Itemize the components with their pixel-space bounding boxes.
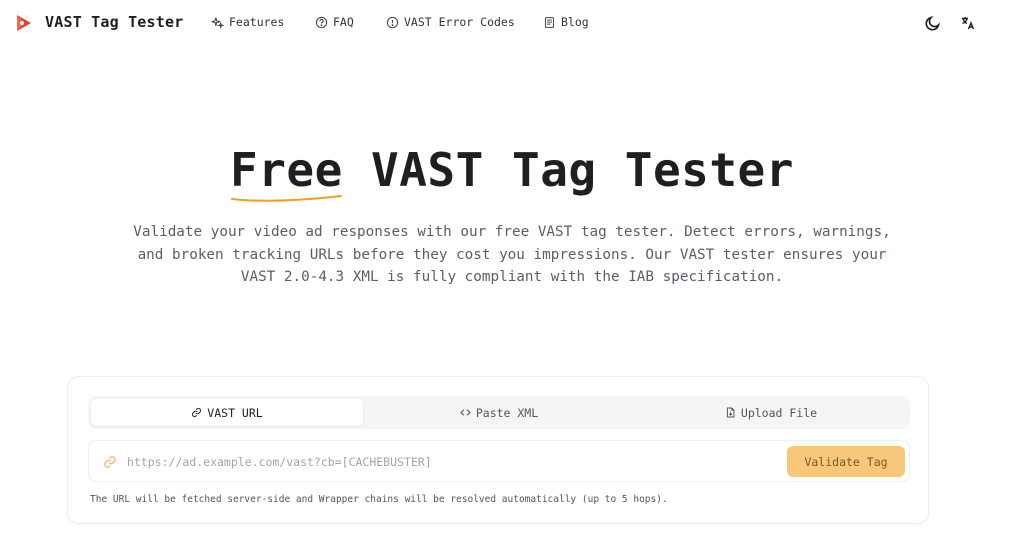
hand-drawn-underline [230, 195, 342, 202]
nav-error-codes-label: VAST Error Codes [404, 15, 515, 29]
nav-error-codes-link[interactable]: VAST Error Codes [386, 15, 515, 29]
top-nav: VAST Tag Tester Features FAQ VAST Error … [0, 0, 1024, 46]
alert-circle-icon [386, 16, 399, 28]
brand-name[interactable]: VAST Tag Tester [45, 13, 183, 31]
tab-upload-file[interactable]: Upload File [635, 399, 907, 426]
hero-title-highlight-text: Free [230, 143, 343, 197]
brand-logo-icon[interactable] [15, 13, 33, 33]
nav-features-label: Features [229, 15, 285, 29]
tab-paste-xml-label: Paste XML [475, 405, 539, 420]
help-circle-icon [315, 16, 328, 28]
link-icon [104, 456, 116, 468]
hero-title-highlight: Free [230, 143, 343, 202]
newspaper-icon [544, 16, 555, 28]
tab-vast-url[interactable]: VAST URL [91, 399, 363, 426]
translate-icon [962, 17, 975, 30]
language-toggle-button[interactable] [958, 13, 978, 33]
file-icon [726, 407, 735, 418]
tab-paste-xml[interactable]: Paste XML [363, 399, 635, 426]
hero-title-rest: VAST Tag Tester [342, 143, 794, 197]
hero-title: Free VAST Tag Tester [0, 143, 1024, 202]
code-icon [460, 409, 471, 416]
input-mode-tabs: VAST URL Paste XML Upload File [88, 396, 910, 429]
tab-upload-file-label: Upload File [740, 405, 818, 420]
nav-features-link[interactable]: Features [211, 15, 284, 29]
hero-description: Validate your video ad responses with ou… [133, 224, 891, 285]
validate-tag-button[interactable]: Validate Tag [787, 446, 905, 477]
nav-faq-label: FAQ [333, 15, 354, 29]
nav-blog-label: Blog [561, 15, 589, 29]
vast-url-input[interactable] [127, 451, 777, 473]
moon-icon [925, 16, 940, 31]
url-fetch-hint: The URL will be fetched server-side and … [90, 494, 668, 505]
theme-toggle-button[interactable] [923, 13, 943, 33]
url-input-row: Validate Tag [88, 440, 910, 482]
sparkles-icon [211, 16, 224, 29]
nav-blog-link[interactable]: Blog [543, 15, 589, 29]
tab-vast-url-label: VAST URL [207, 405, 263, 420]
validator-card: VAST URL Paste XML Upload File Validate … [67, 376, 929, 524]
nav-faq-link[interactable]: FAQ [315, 15, 354, 29]
link-icon [192, 407, 202, 418]
